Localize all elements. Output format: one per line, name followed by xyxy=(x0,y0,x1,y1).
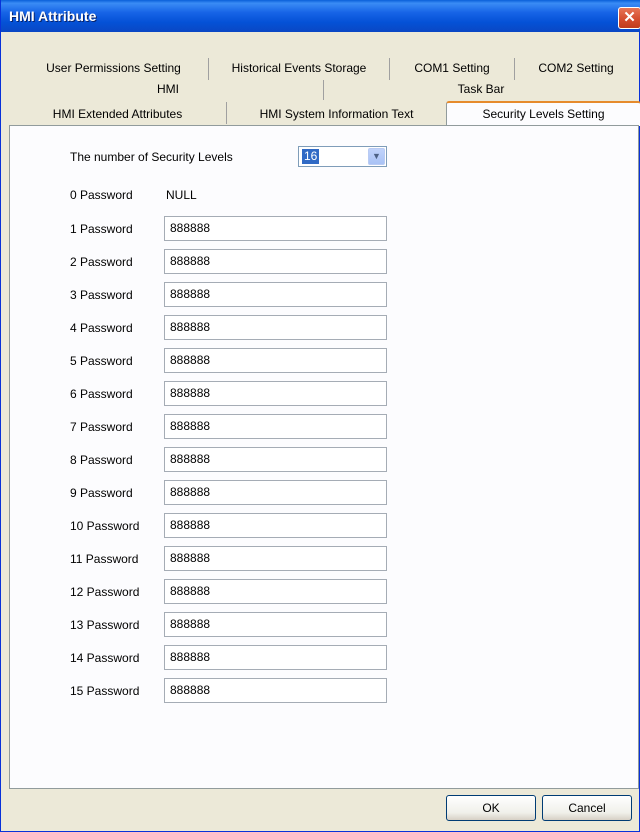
password-10-field[interactable]: 888888 xyxy=(164,513,387,538)
password-4-field[interactable]: 888888 xyxy=(164,315,387,340)
tab-hmi-extended-attributes[interactable]: HMI Extended Attributes xyxy=(9,102,227,124)
password-2-label: 2 Password xyxy=(70,255,133,269)
password-10-label: 10 Password xyxy=(70,519,140,533)
tab-com1-setting[interactable]: COM1 Setting xyxy=(390,58,515,80)
password-5-field[interactable]: 888888 xyxy=(164,348,387,373)
password-11-field[interactable]: 888888 xyxy=(164,546,387,571)
security-levels-label: The number of Security Levels xyxy=(70,150,233,164)
password-6-field[interactable]: 888888 xyxy=(164,381,387,406)
tab-security-levels-setting[interactable]: Security Levels Setting xyxy=(446,101,640,126)
password-15-label: 15 Password xyxy=(70,684,140,698)
password-4-label: 4 Password xyxy=(70,321,133,335)
password-1-label: 1 Password xyxy=(70,222,133,236)
password-11-label: 11 Password xyxy=(70,552,139,566)
dialog-window: HMI Attribute ✕ User Permissions Setting… xyxy=(0,0,640,832)
password-3-field[interactable]: 888888 xyxy=(164,282,387,307)
tab-com2-setting[interactable]: COM2 Setting xyxy=(515,58,637,80)
password-14-label: 14 Password xyxy=(70,651,140,665)
window-title: HMI Attribute xyxy=(9,8,97,24)
password-0-value: NULL xyxy=(166,188,197,202)
password-9-label: 9 Password xyxy=(70,486,133,500)
password-7-field[interactable]: 888888 xyxy=(164,414,387,439)
ok-button[interactable]: OK xyxy=(446,795,536,821)
close-icon: ✕ xyxy=(623,9,636,26)
password-9-field[interactable]: 888888 xyxy=(164,480,387,505)
password-2-field[interactable]: 888888 xyxy=(164,249,387,274)
title-bar[interactable]: HMI Attribute ✕ xyxy=(1,0,640,32)
password-13-label: 13 Password xyxy=(70,618,140,632)
cancel-button[interactable]: Cancel xyxy=(542,795,632,821)
tab-hmi-system-information-text[interactable]: HMI System Information Text xyxy=(227,102,446,124)
password-5-label: 5 Password xyxy=(70,354,133,368)
password-6-label: 6 Password xyxy=(70,387,133,401)
password-12-label: 12 Password xyxy=(70,585,140,599)
security-levels-value: 16 xyxy=(302,149,320,164)
security-levels-select[interactable]: 16 ▼ xyxy=(298,146,387,167)
password-13-field[interactable]: 888888 xyxy=(164,612,387,637)
chevron-down-icon[interactable]: ▼ xyxy=(368,148,385,165)
password-0-label: 0 Password xyxy=(70,188,133,202)
password-3-label: 3 Password xyxy=(70,288,133,302)
password-8-field[interactable]: 888888 xyxy=(164,447,387,472)
tab-hmi[interactable]: HMI xyxy=(13,80,324,100)
tab-user-permissions-setting[interactable]: User Permissions Setting xyxy=(19,58,209,80)
password-14-field[interactable]: 888888 xyxy=(164,645,387,670)
password-15-field[interactable]: 888888 xyxy=(164,678,387,703)
password-8-label: 8 Password xyxy=(70,453,133,467)
tab-historical-events-storage[interactable]: Historical Events Storage xyxy=(209,58,390,80)
password-1-field[interactable]: 888888 xyxy=(164,216,387,241)
password-12-field[interactable]: 888888 xyxy=(164,579,387,604)
tab-task-bar[interactable]: Task Bar xyxy=(324,80,638,100)
password-7-label: 7 Password xyxy=(70,420,133,434)
close-button[interactable]: ✕ xyxy=(618,7,640,29)
